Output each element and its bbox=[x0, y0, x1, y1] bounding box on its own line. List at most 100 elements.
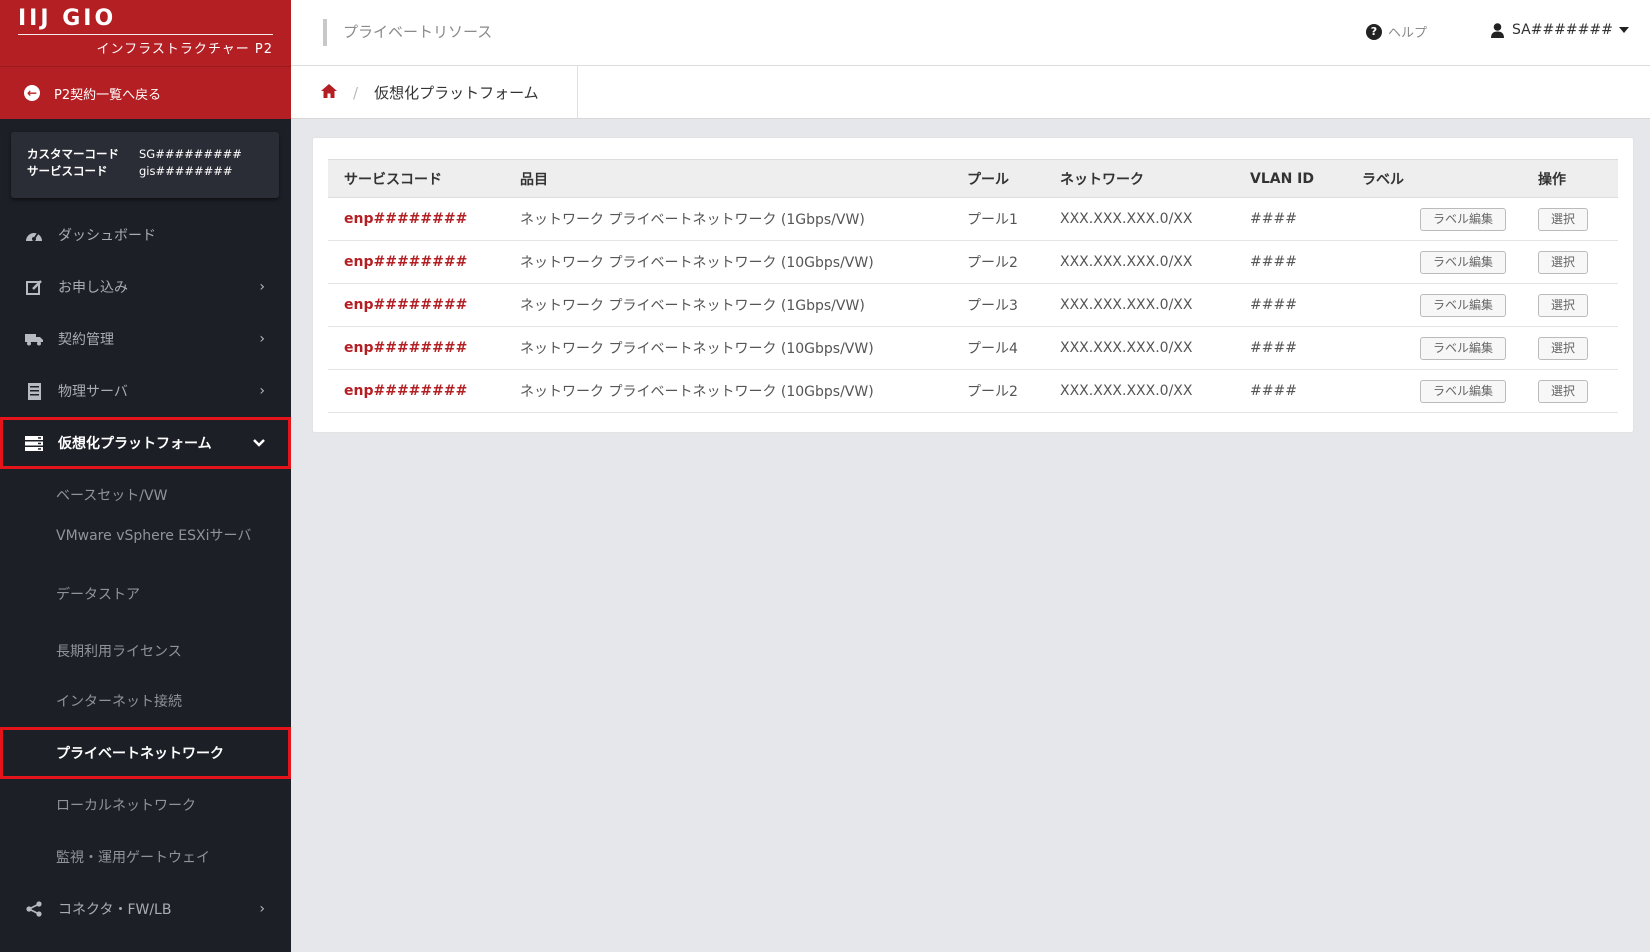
item-cell: ネットワーク プライベートネットワーク (10Gbps/VW) bbox=[504, 326, 951, 370]
table-row: enp######## ネットワーク プライベートネットワーク (10Gbps/… bbox=[328, 369, 1618, 413]
table-row: enp######## ネットワーク プライベートネットワーク (1Gbps/V… bbox=[328, 197, 1618, 241]
select-button[interactable]: 選択 bbox=[1538, 293, 1589, 317]
column-header-network[interactable]: ネットワーク bbox=[1044, 159, 1234, 198]
sidebar-item-virtual-platform[interactable]: 仮想化プラットフォーム bbox=[0, 417, 291, 469]
chevron-right-icon: › bbox=[259, 279, 265, 295]
sidebar-item-connector[interactable]: コネクタ・FW/LB › bbox=[0, 883, 291, 935]
breadcrumb: / 仮想化プラットフォーム bbox=[291, 66, 578, 119]
sidebar-subitem-internet[interactable]: インターネット接続 bbox=[0, 675, 291, 727]
back-arrow-icon: ← bbox=[24, 85, 40, 101]
customer-code-label: カスタマーコード bbox=[27, 147, 119, 161]
sidebar-subitem-label: 監視・運用ゲートウェイ bbox=[56, 850, 210, 866]
truck-icon bbox=[25, 331, 43, 347]
service-code-label: サービスコード bbox=[27, 164, 108, 178]
sidebar-item-contract[interactable]: 契約管理 › bbox=[0, 313, 291, 365]
user-menu[interactable]: SA####### bbox=[1491, 22, 1637, 38]
edit-icon bbox=[25, 279, 43, 295]
sidebar-item-label: 仮想化プラットフォーム bbox=[58, 436, 212, 452]
sidebar-subitem-baseset[interactable]: ベースセット/VW bbox=[0, 469, 291, 521]
private-network-table: サービスコード 品目 プール ネットワーク VLAN ID ラベル 操作 enp… bbox=[328, 159, 1618, 413]
sidebar-subitem-local-network[interactable]: ローカルネットワーク bbox=[0, 779, 291, 831]
sidebar-subitem-datastore[interactable]: データストア bbox=[0, 561, 291, 627]
pool-cell: プール2 bbox=[951, 369, 1044, 413]
user-name: SA####### bbox=[1512, 22, 1613, 38]
column-header-label: ラベル bbox=[1346, 159, 1522, 198]
vlan-cell: #### bbox=[1234, 283, 1346, 327]
item-cell: ネットワーク プライベートネットワーク (10Gbps/VW) bbox=[504, 240, 951, 284]
sidebar-subitem-label: ベースセット/VW bbox=[56, 488, 168, 504]
sidebar-subitem-label: ローカルネットワーク bbox=[56, 798, 196, 814]
sidebar-subitem-label: データストア bbox=[56, 587, 140, 603]
sidebar-subitem-label: インターネット接続 bbox=[56, 694, 182, 710]
select-button[interactable]: 選択 bbox=[1538, 336, 1589, 360]
select-button[interactable]: 選択 bbox=[1538, 207, 1589, 231]
service-code-link[interactable]: enp######## bbox=[328, 369, 504, 413]
sidebar-item-label: コネクタ・FW/LB bbox=[58, 902, 172, 918]
sidebar-item-label: お申し込み bbox=[58, 280, 128, 296]
pool-cell: プール1 bbox=[951, 197, 1044, 241]
service-code-link[interactable]: enp######## bbox=[328, 197, 504, 241]
sidebar-subitem-gateway[interactable]: 監視・運用ゲートウェイ bbox=[0, 831, 291, 883]
column-header-vlan[interactable]: VLAN ID bbox=[1234, 159, 1346, 198]
stack-icon bbox=[25, 435, 43, 451]
sidebar-subitem-esxi[interactable]: VMware vSphere ESXiサーバ bbox=[0, 521, 291, 561]
sidebar-nav: ダッシュボード お申し込み › 契約管理 › 物理サーバ › 仮想化プラットフォ… bbox=[0, 209, 291, 935]
network-cell: XXX.XXX.XXX.0/XX bbox=[1044, 240, 1234, 284]
account-codes-panel: カスタマーコード SG######### サービスコード gis######## bbox=[11, 132, 279, 198]
network-cell: XXX.XXX.XXX.0/XX bbox=[1044, 326, 1234, 370]
item-cell: ネットワーク プライベートネットワーク (10Gbps/VW) bbox=[504, 369, 951, 413]
sidebar-item-label: 契約管理 bbox=[58, 332, 114, 348]
pool-cell: プール2 bbox=[951, 240, 1044, 284]
item-cell: ネットワーク プライベートネットワーク (1Gbps/VW) bbox=[504, 197, 951, 241]
help-label: ヘルプ bbox=[1388, 26, 1428, 41]
top-bar: プライベートリソース ? ヘルプ SA####### bbox=[291, 0, 1650, 66]
edit-label-button[interactable]: ラベル編集 bbox=[1419, 293, 1506, 317]
back-to-contracts-link[interactable]: ← P2契約一覧へ戻る bbox=[0, 66, 291, 119]
sidebar-item-label: 物理サーバ bbox=[58, 384, 128, 400]
sidebar-item-physical-server[interactable]: 物理サーバ › bbox=[0, 365, 291, 417]
table-header-row: サービスコード 品目 プール ネットワーク VLAN ID ラベル 操作 bbox=[328, 159, 1618, 198]
service-code-link[interactable]: enp######## bbox=[328, 326, 504, 370]
column-header-item[interactable]: 品目 bbox=[504, 159, 951, 198]
brand-subtitle: インフラストラクチャー P2 bbox=[96, 42, 273, 57]
edit-label-button[interactable]: ラベル編集 bbox=[1419, 336, 1506, 360]
sidebar-item-apply[interactable]: お申し込み › bbox=[0, 261, 291, 313]
table-row: enp######## ネットワーク プライベートネットワーク (10Gbps/… bbox=[328, 326, 1618, 370]
customer-code-value: SG######### bbox=[139, 147, 242, 161]
edit-label-button[interactable]: ラベル編集 bbox=[1419, 207, 1506, 231]
chevron-right-icon: › bbox=[259, 331, 265, 347]
sidebar-subitem-label: プライベートネットワーク bbox=[56, 746, 224, 762]
sidebar-subitem-license[interactable]: 長期利用ライセンス bbox=[0, 627, 291, 675]
breadcrumb-current: 仮想化プラットフォーム bbox=[374, 84, 539, 102]
vlan-cell: #### bbox=[1234, 197, 1346, 241]
sidebar-subitem-label: 長期利用ライセンス bbox=[56, 644, 182, 660]
dashboard-icon bbox=[25, 227, 43, 243]
sidebar-item-dashboard[interactable]: ダッシュボード bbox=[0, 209, 291, 261]
column-header-code[interactable]: サービスコード bbox=[328, 159, 504, 198]
service-code-link[interactable]: enp######## bbox=[328, 283, 504, 327]
chevron-down-icon bbox=[253, 435, 265, 451]
page-section-title: プライベートリソース bbox=[323, 19, 492, 46]
item-cell: ネットワーク プライベートネットワーク (1Gbps/VW) bbox=[504, 283, 951, 327]
chevron-right-icon: › bbox=[259, 383, 265, 399]
column-header-ops: 操作 bbox=[1522, 159, 1618, 198]
sidebar: IIJ GIO インフラストラクチャー P2 ← P2契約一覧へ戻る カスタマー… bbox=[0, 0, 291, 952]
column-header-pool[interactable]: プール bbox=[951, 159, 1044, 198]
select-button[interactable]: 選択 bbox=[1538, 250, 1589, 274]
table-row: enp######## ネットワーク プライベートネットワーク (1Gbps/V… bbox=[328, 283, 1618, 327]
edit-label-button[interactable]: ラベル編集 bbox=[1419, 250, 1506, 274]
home-icon[interactable] bbox=[321, 83, 337, 102]
help-link[interactable]: ? ヘルプ bbox=[1366, 22, 1427, 41]
share-icon bbox=[25, 901, 43, 917]
service-code-value: gis######## bbox=[139, 164, 233, 178]
service-code-link[interactable]: enp######## bbox=[328, 240, 504, 284]
help-icon: ? bbox=[1366, 23, 1382, 40]
network-cell: XXX.XXX.XXX.0/XX bbox=[1044, 369, 1234, 413]
sidebar-subitem-private-network[interactable]: プライベートネットワーク bbox=[0, 727, 291, 779]
private-network-card: サービスコード 品目 プール ネットワーク VLAN ID ラベル 操作 enp… bbox=[312, 137, 1634, 433]
edit-label-button[interactable]: ラベル編集 bbox=[1419, 379, 1506, 403]
network-cell: XXX.XXX.XXX.0/XX bbox=[1044, 283, 1234, 327]
select-button[interactable]: 選択 bbox=[1538, 379, 1589, 403]
breadcrumb-separator: / bbox=[353, 83, 359, 102]
vlan-cell: #### bbox=[1234, 240, 1346, 284]
